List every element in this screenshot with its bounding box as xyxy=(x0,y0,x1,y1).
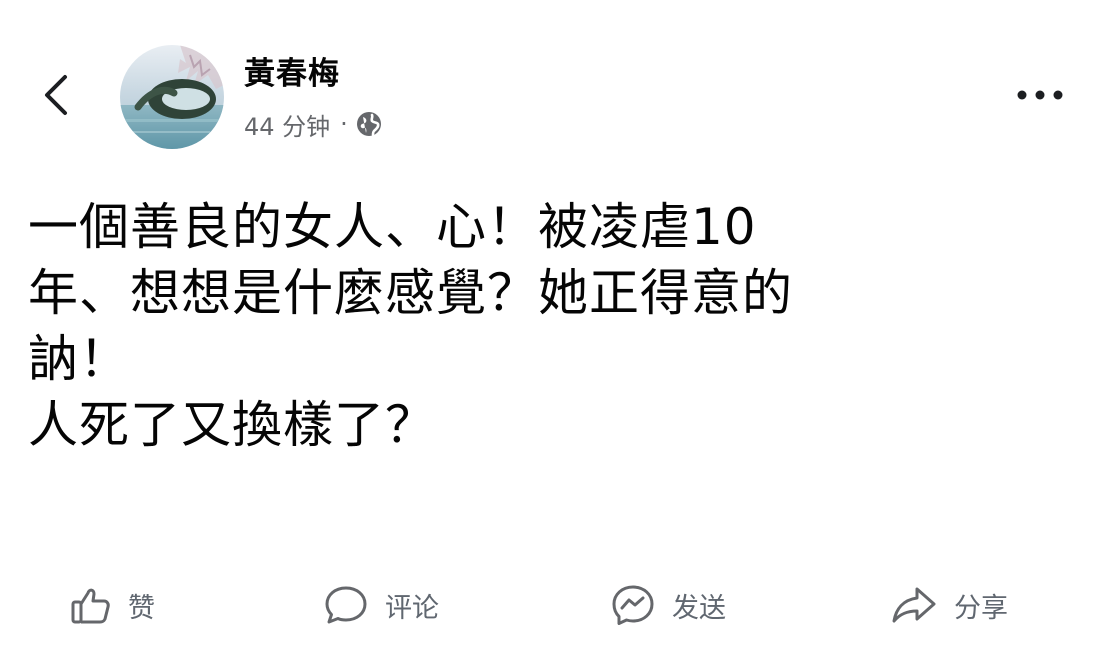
send-button[interactable]: 发送 xyxy=(610,570,726,640)
post-text-line: 一個善良的女人、心！被凌虐10 xyxy=(28,198,757,256)
avatar-image xyxy=(120,45,224,149)
action-bar: 赞 评论 发送 分享 xyxy=(0,570,1096,640)
post-text-line: 訥！ xyxy=(28,330,130,388)
author-name[interactable]: 黃春梅 xyxy=(244,54,340,94)
thumbs-up-icon xyxy=(71,588,110,624)
chevron-left-icon xyxy=(45,75,67,115)
post-text: 一個善良的女人、心！被凌虐10 年、想想是什麼感覺？她正得意的 訥！ 人死了又換… xyxy=(28,194,1078,458)
send-label: 发送 xyxy=(672,592,726,624)
comment-button[interactable]: 评论 xyxy=(323,570,439,640)
post-card: 黃春梅 44 分钟 · 一個善良的女人、心！被凌虐10 年、想想是什麼感覺？她正… xyxy=(0,0,1096,655)
more-horizontal-icon xyxy=(1017,90,1063,100)
post-text-line: 年、想想是什麼感覺？她正得意的 xyxy=(28,264,793,322)
share-button[interactable]: 分享 xyxy=(890,570,1008,640)
like-label: 赞 xyxy=(128,592,155,624)
avatar[interactable] xyxy=(120,45,224,149)
globe-icon xyxy=(356,111,382,137)
like-button[interactable]: 赞 xyxy=(70,570,155,640)
post-time[interactable]: 44 分钟 xyxy=(244,107,330,142)
messenger-icon xyxy=(612,585,654,625)
comment-label: 评论 xyxy=(385,592,439,624)
post-text-line: 人死了又換樣了？ xyxy=(28,396,436,454)
share-arrow-icon xyxy=(892,587,936,623)
meta-separator: · xyxy=(340,110,348,138)
comment-icon xyxy=(325,586,367,624)
share-label: 分享 xyxy=(954,592,1008,624)
back-button[interactable] xyxy=(36,72,76,118)
more-options-button[interactable] xyxy=(1010,80,1070,110)
post-meta: 44 分钟 · xyxy=(244,106,382,142)
